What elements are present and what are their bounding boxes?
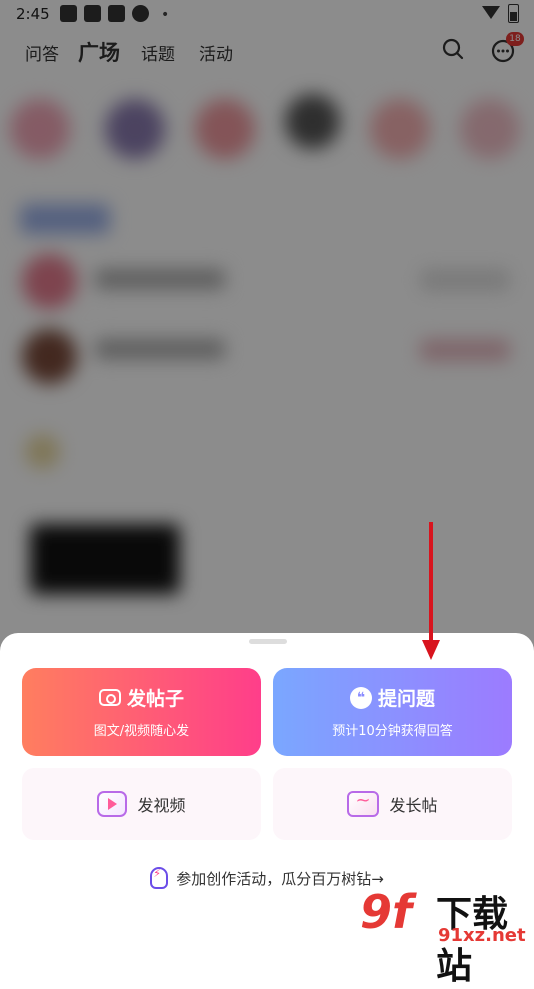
watermark: 9f 下载站 91xz.net bbox=[360, 885, 534, 987]
ask-title: 提问题 bbox=[377, 688, 435, 710]
ask-subtitle: 预计10分钟获得回答 bbox=[332, 724, 453, 739]
sheet-drag-handle[interactable] bbox=[249, 639, 287, 644]
post-subtitle: 图文/视频随心发 bbox=[93, 724, 190, 739]
post-title: 发帖子 bbox=[126, 688, 184, 710]
long-post-icon bbox=[347, 790, 380, 817]
watermark-domain: 91xz.net bbox=[438, 925, 526, 946]
camera-icon bbox=[98, 689, 121, 706]
video-icon bbox=[97, 791, 128, 817]
ask-question-button[interactable]: ❝ 提问题 预计10分钟获得回答 bbox=[273, 668, 512, 756]
annotation-arrowhead bbox=[422, 640, 440, 660]
post-button[interactable]: 发帖子 图文/视频随心发 bbox=[22, 668, 261, 756]
video-label: 发视频 bbox=[137, 796, 186, 815]
promo-text: 参加创作活动，瓜分百万树钻→ bbox=[176, 869, 384, 888]
watermark-logo: 9f bbox=[360, 885, 413, 939]
post-video-button[interactable]: 发视频 bbox=[22, 768, 261, 840]
annotation-arrow bbox=[429, 522, 433, 652]
quote-icon: ❝ bbox=[349, 686, 372, 709]
long-post-button[interactable]: 发长帖 bbox=[273, 768, 512, 840]
lightbulb-icon bbox=[150, 867, 169, 889]
long-post-label: 发长帖 bbox=[389, 796, 438, 815]
